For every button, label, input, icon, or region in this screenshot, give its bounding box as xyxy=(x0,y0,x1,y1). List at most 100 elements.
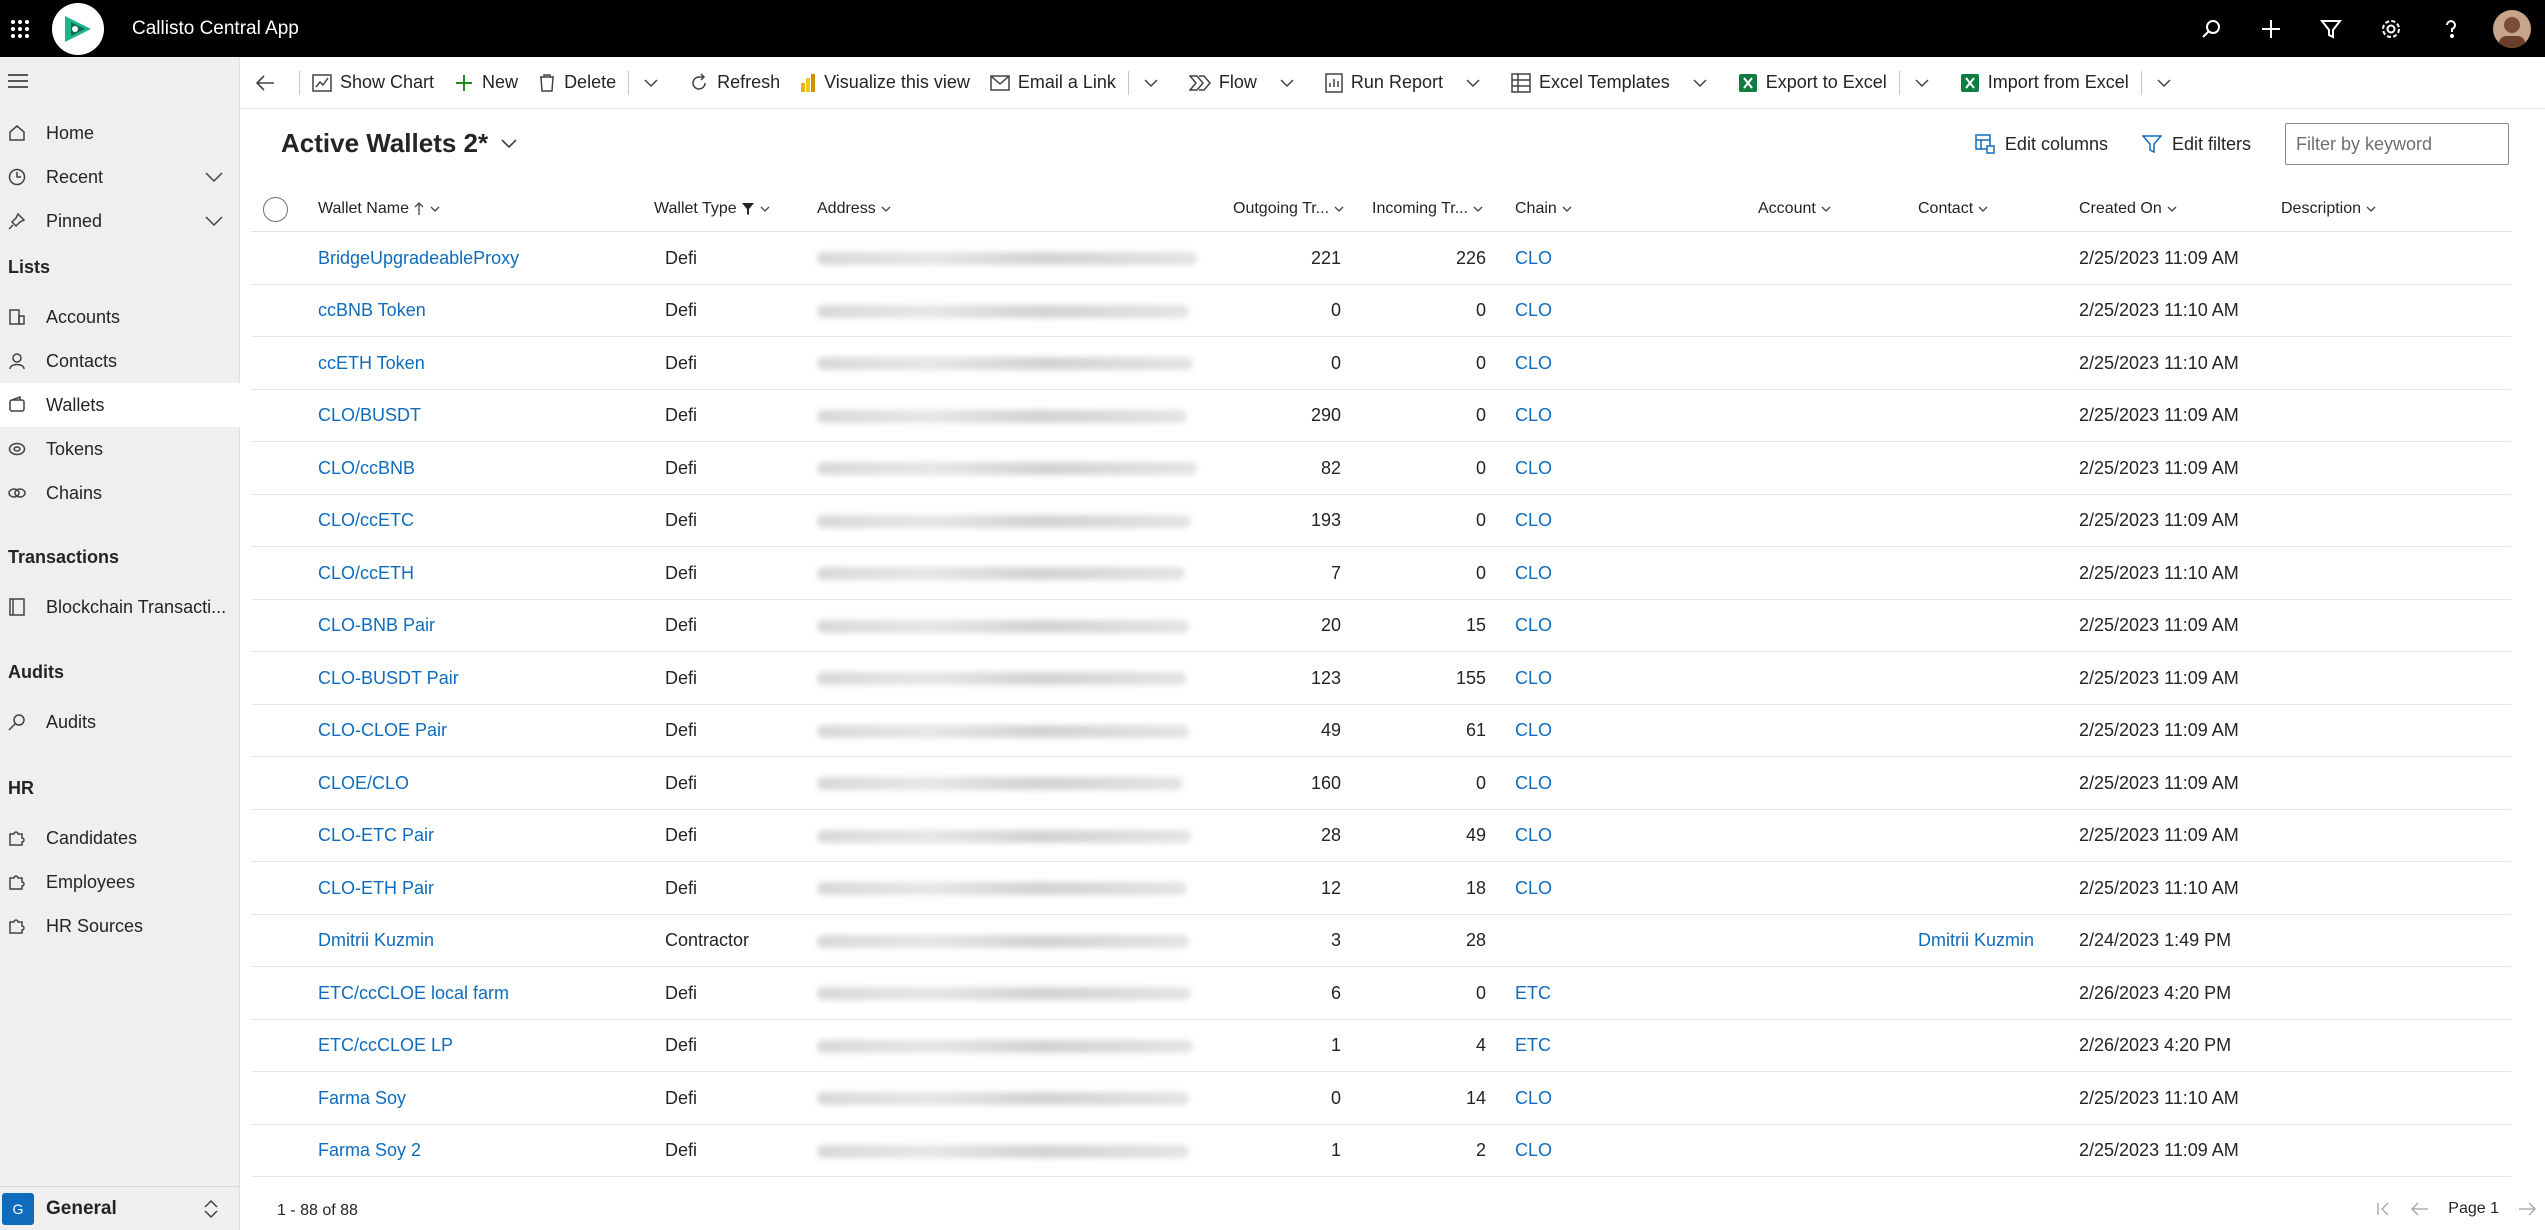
wallet-name-link[interactable]: CLO-ETH Pair xyxy=(318,862,638,914)
email-link-button[interactable]: Email a Link xyxy=(980,57,1126,109)
chain-link[interactable]: ETC xyxy=(1515,1020,1635,1072)
delete-button[interactable]: Delete xyxy=(528,57,626,109)
chain-link[interactable]: CLO xyxy=(1515,547,1635,599)
sidebar-item-candidates[interactable]: Candidates xyxy=(0,816,240,860)
table-row[interactable]: Farma Soy 2 Defi 1 2 CLO 2/25/2023 11:09 AM xyxy=(251,1125,2511,1177)
app-title[interactable]: Callisto Central App xyxy=(132,18,299,40)
contact-link[interactable] xyxy=(1918,547,2068,599)
gear-icon[interactable] xyxy=(2361,0,2421,57)
table-row[interactable]: ETC/ccCLOE LP Defi 1 4 ETC 2/26/2023 4:20 PM xyxy=(251,1020,2511,1072)
contact-link[interactable] xyxy=(1918,705,2068,757)
app-launcher-icon[interactable] xyxy=(0,0,40,57)
contact-link[interactable] xyxy=(1918,652,2068,704)
sidebar-item-chains[interactable]: Chains xyxy=(0,471,240,515)
wallet-name-link[interactable]: CLO/ccETH xyxy=(318,547,638,599)
contact-link[interactable] xyxy=(1918,1125,2068,1177)
refresh-button[interactable]: Refresh xyxy=(679,57,790,109)
chain-link[interactable]: CLO xyxy=(1515,495,1635,547)
table-row[interactable]: ccBNB Token Defi 0 0 CLO 2/25/2023 11:10 AM xyxy=(251,285,2511,337)
wallet-name-link[interactable]: ETC/ccCLOE LP xyxy=(318,1020,638,1072)
sidebar-item-accounts[interactable]: Accounts xyxy=(0,295,240,339)
contact-link[interactable] xyxy=(1918,232,2068,284)
contact-link[interactable] xyxy=(1918,442,2068,494)
contact-link[interactable] xyxy=(1918,390,2068,442)
contact-link[interactable] xyxy=(1918,337,2068,389)
table-row[interactable]: CLOE/CLO Defi 160 0 CLO 2/25/2023 11:09 AM xyxy=(251,757,2511,810)
column-header-outgoing-transactions[interactable]: Outgoing Tr... xyxy=(1233,186,1345,232)
more-delete-dropdown[interactable] xyxy=(631,57,679,109)
run-report-dropdown[interactable] xyxy=(1453,57,1501,109)
column-header-address[interactable]: Address xyxy=(817,186,892,232)
chain-link[interactable]: CLO xyxy=(1515,285,1635,337)
table-row[interactable]: Dmitrii Kuzmin Contractor 3 28 Dmitrii Kuzmi… xyxy=(251,915,2511,967)
table-row[interactable]: ETC/ccCLOE local farm Defi 6 0 ETC 2/26/2023 … xyxy=(251,967,2511,1020)
wallet-name-link[interactable]: Farma Soy 2 xyxy=(318,1125,638,1177)
table-row[interactable]: CLO-CLOE Pair Defi 49 61 CLO 2/25/2023 11:09 … xyxy=(251,705,2511,757)
chevron-down-icon[interactable] xyxy=(204,211,224,236)
contact-link[interactable] xyxy=(1918,810,2068,862)
table-row[interactable]: ccETH Token Defi 0 0 CLO 2/25/2023 11:10 AM xyxy=(251,337,2511,390)
back-button[interactable] xyxy=(241,57,297,109)
table-row[interactable]: BridgeUpgradeableProxy Defi 221 226 CLO 2/25/… xyxy=(251,232,2511,285)
chain-link[interactable]: CLO xyxy=(1515,600,1635,652)
export-dropdown[interactable] xyxy=(1902,57,1950,109)
edit-columns-button[interactable]: Edit columns xyxy=(1975,134,2108,155)
table-row[interactable]: Farma Soy Defi 0 14 CLO 2/25/2023 11:10 AM xyxy=(251,1072,2511,1125)
chain-link[interactable]: ETC xyxy=(1515,967,1635,1019)
wallet-name-link[interactable]: CLO-ETC Pair xyxy=(318,810,638,862)
chain-link[interactable]: CLO xyxy=(1515,232,1635,284)
help-icon[interactable] xyxy=(2421,0,2481,57)
table-row[interactable]: CLO-BNB Pair Defi 20 15 CLO 2/25/2023 11:09 A… xyxy=(251,600,2511,652)
chain-link[interactable]: CLO xyxy=(1515,1125,1635,1177)
column-header-description[interactable]: Description xyxy=(2281,186,2377,232)
chain-link[interactable] xyxy=(1515,915,1635,967)
wallet-name-link[interactable]: CLOE/CLO xyxy=(318,757,638,809)
contact-link[interactable] xyxy=(1918,1072,2068,1124)
wallet-name-link[interactable]: Farma Soy xyxy=(318,1072,638,1124)
previous-page-button[interactable] xyxy=(2402,1194,2438,1224)
column-header-account[interactable]: Account xyxy=(1758,186,1832,232)
wallet-name-link[interactable]: ccBNB Token xyxy=(318,285,638,337)
flow-dropdown[interactable] xyxy=(1267,57,1315,109)
search-icon[interactable] xyxy=(2181,0,2241,57)
wallet-name-link[interactable]: ccETH Token xyxy=(318,337,638,389)
hamburger-menu-icon[interactable] xyxy=(8,73,28,94)
email-dropdown[interactable] xyxy=(1131,57,1179,109)
column-header-incoming-transactions[interactable]: Incoming Tr... xyxy=(1372,186,1484,232)
table-row[interactable]: CLO-BUSDT Pair Defi 123 155 CLO 2/25/2023 11:… xyxy=(251,652,2511,705)
chain-link[interactable]: CLO xyxy=(1515,1072,1635,1124)
column-header-wallet-type[interactable]: Wallet Type xyxy=(654,186,771,232)
wallet-name-link[interactable]: CLO-BUSDT Pair xyxy=(318,652,638,704)
column-header-chain[interactable]: Chain xyxy=(1515,186,1573,232)
filter-icon[interactable] xyxy=(2301,0,2361,57)
excel-templates-button[interactable]: Excel Templates xyxy=(1501,57,1680,109)
new-button[interactable]: New xyxy=(444,57,528,109)
edit-filters-button[interactable]: Edit filters xyxy=(2141,134,2251,155)
contact-link[interactable] xyxy=(1918,285,2068,337)
excel-templates-dropdown[interactable] xyxy=(1680,57,1728,109)
table-row[interactable]: CLO-ETH Pair Defi 12 18 CLO 2/25/2023 11:10 A… xyxy=(251,862,2511,915)
select-all-checkbox[interactable] xyxy=(263,197,288,222)
sidebar-item-audits[interactable]: Audits xyxy=(0,700,240,744)
wallet-name-link[interactable]: CLO/ccETC xyxy=(318,495,638,547)
table-row[interactable]: CLO-ETC Pair Defi 28 49 CLO 2/25/2023 11:09 A… xyxy=(251,810,2511,862)
contact-link[interactable]: Dmitrii Kuzmin xyxy=(1918,915,2068,967)
wallet-name-link[interactable]: ETC/ccCLOE local farm xyxy=(318,967,638,1019)
sidebar-item-contacts[interactable]: Contacts xyxy=(0,339,240,383)
table-row[interactable]: CLO/ccBNB Defi 82 0 CLO 2/25/2023 11:09 AM xyxy=(251,442,2511,495)
wallet-name-link[interactable]: Dmitrii Kuzmin xyxy=(318,915,638,967)
view-selector[interactable]: Active Wallets 2* xyxy=(281,128,518,159)
sidebar-item-tokens[interactable]: Tokens xyxy=(0,427,240,471)
table-row[interactable]: CLO/ccETH Defi 7 0 CLO 2/25/2023 11:10 AM xyxy=(251,547,2511,600)
sidebar-item-hr-sources[interactable]: HR Sources xyxy=(0,904,240,948)
chevron-up-down-icon[interactable] xyxy=(202,1199,220,1224)
show-chart-button[interactable]: Show Chart xyxy=(302,57,444,109)
sidebar-item-pinned[interactable]: Pinned xyxy=(0,199,240,243)
sidebar-item-blockchain-transactions[interactable]: Blockchain Transacti... xyxy=(0,585,240,629)
next-page-button[interactable] xyxy=(2509,1194,2545,1224)
chain-link[interactable]: CLO xyxy=(1515,652,1635,704)
column-header-contact[interactable]: Contact xyxy=(1918,186,1989,232)
import-excel-button[interactable]: Import from Excel xyxy=(1950,57,2139,109)
filter-keyword-input[interactable] xyxy=(2285,123,2509,165)
chain-link[interactable]: CLO xyxy=(1515,337,1635,389)
